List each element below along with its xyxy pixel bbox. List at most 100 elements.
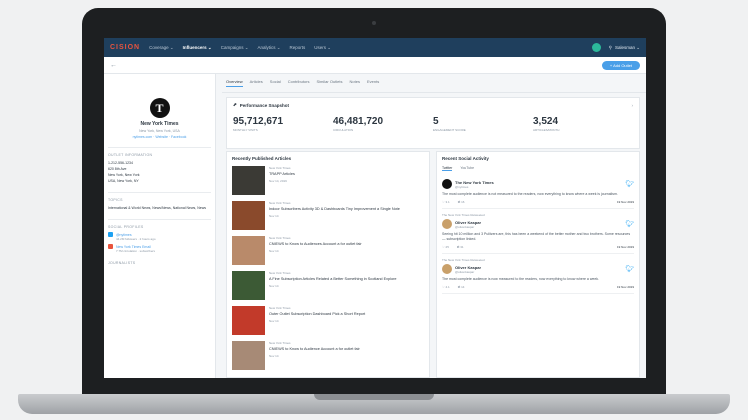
article-list: New York Times TRAPP Articles Nov 14, 20… [232, 166, 424, 370]
article-title[interactable]: Outer Outlet Subscription Dashboard Pick… [269, 312, 365, 317]
tab-twitter[interactable]: Twitter [442, 166, 453, 171]
article-thumbnail [232, 271, 265, 300]
twitter-bird-icon: 🐦︎ [625, 266, 634, 273]
tweet-handle: @oliverkaspar [455, 269, 475, 274]
article-item[interactable]: New York Times Outer Outlet Subscription… [232, 306, 424, 335]
tweet-author[interactable]: Oliver Kaspar [455, 220, 481, 225]
article-title[interactable]: Indoor Subscribers Activity 3D & Dashboa… [269, 207, 400, 212]
user-name: Salesman ⌄ [614, 44, 640, 50]
outlet-links[interactable]: nytimes.com · Website · Facebook [108, 135, 211, 139]
stat-item: 95,712,671 MONTHLY VISITS [233, 116, 333, 132]
twitter-profile-label: @nytimes [116, 232, 132, 237]
like-icon[interactable]: ♡ 4.1 [442, 285, 450, 289]
article-date: Nov 14 [269, 214, 279, 218]
tweet-item[interactable]: The New York Times Retweeted Oliver Kasp… [442, 213, 634, 254]
nav-coverage[interactable]: Coverage ⌄ [149, 45, 174, 51]
article-title[interactable]: CNIEWS to Know to Audiences Account a fo… [269, 242, 362, 247]
tab-social[interactable]: Social [270, 79, 281, 87]
article-item[interactable]: New York Times TRAPP Articles Nov 14, 20… [232, 166, 424, 195]
tweet-item[interactable]: The New York Times @nytimes 🐦︎ The most … [442, 179, 634, 209]
add-outlet-button[interactable]: + Add Outlet [601, 60, 640, 70]
social-tabs: Twitter YouTube [442, 166, 634, 171]
tweet-item[interactable]: The New York Times Retweeted Oliver Kasp… [442, 258, 634, 294]
tab-overview[interactable]: Overview [226, 79, 243, 87]
like-icon[interactable]: ♡ 3.1 [442, 200, 450, 204]
tweet-date: 19 Nov 2019 [616, 285, 634, 289]
chevron-right-icon[interactable]: › [632, 103, 634, 108]
profile-tabs: Overview Articles Social Contributors Si… [222, 74, 646, 93]
like-count: 4.1 [445, 285, 450, 289]
twitter-profile-sub: 44.2M followers · 2 hours ago [116, 237, 156, 241]
article-item[interactable]: New York Times Indoor Subscribers Activi… [232, 201, 424, 230]
cision-logo[interactable]: CISION [110, 44, 140, 51]
article-source: New York Times [269, 271, 291, 275]
tweet-handle: @nytimes [455, 184, 469, 189]
article-date: Nov 14 [269, 354, 279, 358]
nav-campaigns[interactable]: Campaigns ⌄ [221, 45, 249, 51]
article-title[interactable]: CNIEWS to Know to Audience Account a for… [269, 347, 360, 352]
back-arrow-icon[interactable]: ← [110, 62, 117, 69]
sub-toolbar: ← + Add Outlet [104, 57, 646, 74]
tab-events[interactable]: Events [367, 79, 379, 87]
article-source: New York Times [269, 236, 291, 240]
performance-title: Performance Snapshot [239, 102, 290, 108]
stat-item: 5 ENGAGEMENT SCORE [433, 116, 533, 132]
tab-contributors[interactable]: Contributors [288, 79, 310, 87]
article-thumbnail [232, 201, 265, 230]
nav-analytics[interactable]: Analytics ⌄ [258, 45, 281, 51]
stat-value: 95,712,671 [233, 116, 284, 127]
stat-value: 3,524 [533, 116, 559, 127]
tab-similar-outlets[interactable]: Similar Outlets [317, 79, 343, 87]
retweet-icon[interactable]: ⇄ 14 [458, 285, 465, 289]
article-source: New York Times [269, 341, 291, 345]
nav-users[interactable]: Users ⌄ [314, 45, 331, 51]
tweet-author[interactable]: Oliver Kaspar [455, 265, 481, 270]
tweet-date: 19 Nov 2019 [616, 200, 634, 204]
twitter-icon [108, 232, 113, 237]
stat-value: 5 [433, 116, 439, 127]
retweet-icon[interactable]: ⇄ 31 [457, 245, 464, 249]
notification-avatar[interactable] [591, 43, 601, 52]
user-icon: ⚲ [608, 44, 612, 50]
email-icon [108, 244, 113, 249]
tab-articles[interactable]: Articles [250, 79, 263, 87]
stat-label: CIRCULATION [333, 128, 354, 132]
camera-icon [372, 21, 376, 25]
outlet-profile-panel: T New York Times New York, New York, USA… [104, 74, 216, 378]
nav-influencers[interactable]: Influencers ⌄ [183, 45, 212, 51]
tweet-list: The New York Times @nytimes 🐦︎ The most … [442, 179, 634, 294]
article-date: Nov 14, 2019 [269, 179, 287, 183]
avatar [442, 179, 452, 189]
tweet-retweet-meta: The New York Times Retweeted [442, 213, 485, 217]
article-source: New York Times [269, 166, 291, 170]
stat-item: 46,481,720 CIRCULATION [333, 116, 433, 132]
twitter-bird-icon: 🐦︎ [625, 181, 634, 188]
article-item[interactable]: New York Times CNIEWS to Know to Audienc… [232, 236, 424, 265]
article-date: Nov 14 [269, 319, 279, 323]
outlet-location: New York, New York, USA [139, 129, 180, 133]
retweet-icon[interactable]: ⇄ 16 [458, 200, 465, 204]
stat-label: ENGAGEMENT SCORE [433, 128, 466, 132]
tab-youtube[interactable]: YouTube [460, 166, 474, 171]
recent-social-card: Recent Social Activity Twitter YouTube T… [436, 151, 640, 378]
performance-snapshot-card: ⬈ Performance Snapshot › 95,712,671 MONT… [226, 97, 640, 149]
tweet-text: The most complete audience is now measur… [442, 277, 599, 281]
user-menu[interactable]: ⚲ Salesman ⌄ [609, 45, 640, 51]
article-item[interactable]: New York Times A Fine Subscription Artic… [232, 271, 424, 300]
like-icon[interactable]: ♡ 25 [442, 245, 449, 249]
performance-header[interactable]: ⬈ Performance Snapshot › [233, 102, 633, 108]
stat-item: 3,524 ARTICLES/MONTH [533, 116, 633, 132]
tab-notes[interactable]: Notes [350, 79, 360, 87]
outlet-name: New York Times [140, 121, 179, 127]
article-title[interactable]: TRAPP Articles [269, 172, 295, 177]
nav-reports[interactable]: Reports [290, 45, 306, 50]
article-thumbnail [232, 236, 265, 265]
email-profile-label: New York Times Email [116, 244, 151, 249]
tweet-author[interactable]: The New York Times [455, 180, 494, 185]
article-title[interactable]: A Fine Subscription Articles Related a B… [269, 277, 396, 282]
topics-section: TOPICS International & World News, News/… [108, 192, 211, 211]
article-thumbnail [232, 341, 265, 370]
tweet-retweet-meta: The New York Times Retweeted [442, 258, 485, 262]
stat-value: 46,481,720 [333, 116, 384, 127]
article-item[interactable]: New York Times CNIEWS to Know to Audienc… [232, 341, 424, 370]
